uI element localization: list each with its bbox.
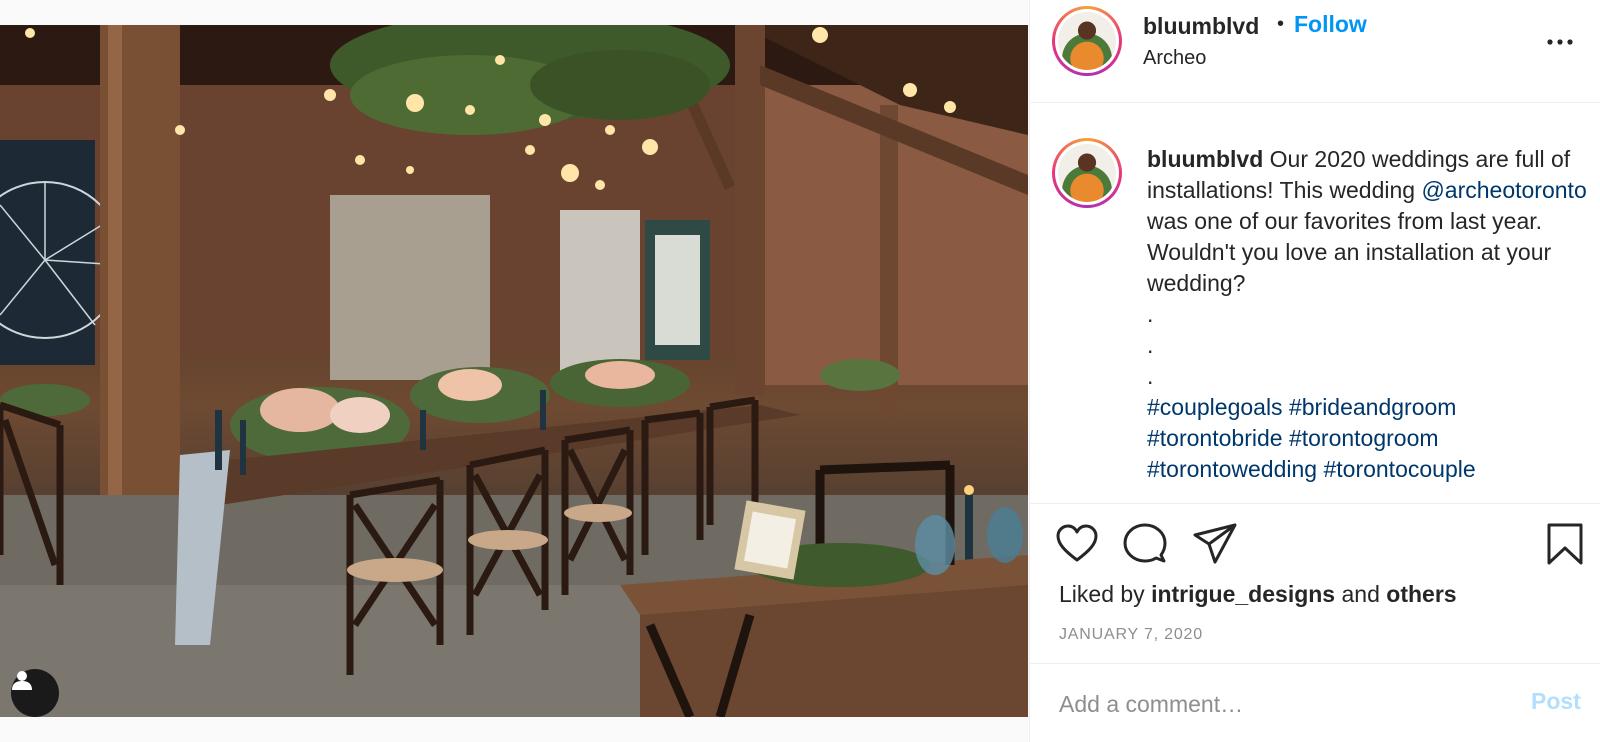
comment-form: Post [1030, 663, 1600, 742]
hashtag-line: #torontobride #torontogroom [1147, 423, 1587, 454]
person-icon [12, 671, 32, 690]
post-details-panel: bluumblvd • Follow Archeo bluumblvd Our … [1029, 0, 1600, 742]
caption-avatar[interactable] [1052, 138, 1122, 208]
tagged-users-button[interactable] [11, 669, 59, 717]
header-separator: • [1277, 13, 1285, 35]
post-photo[interactable] [0, 25, 1028, 717]
comment-bubble-icon[interactable] [1123, 522, 1167, 566]
hashtag-line: #couplegoals #brideandgroom [1147, 392, 1587, 423]
location-link[interactable]: Archeo [1143, 47, 1206, 70]
hashtag-link[interactable]: #torontowedding [1147, 456, 1317, 482]
caption-body-continued: was one of our favorites from last year.… [1147, 208, 1552, 296]
hashtag-line: #torontowedding #torontocouple [1147, 454, 1587, 485]
wedding-venue-image [0, 25, 1028, 717]
more-horizontal-icon[interactable] [1545, 30, 1575, 50]
hashtag-link[interactable]: #torontocouple [1323, 456, 1475, 482]
hashtag-link[interactable]: #torontobride [1147, 425, 1283, 451]
caption-section: bluumblvd Our 2020 weddings are full of … [1030, 104, 1600, 502]
hashtag-link[interactable]: #torontogroom [1289, 425, 1439, 451]
likes-others-link[interactable]: others [1386, 581, 1456, 607]
hashtag-link[interactable]: #brideandgroom [1289, 394, 1457, 420]
caption-username[interactable]: bluumblvd [1147, 146, 1263, 172]
hashtag-link[interactable]: #couplegoals [1147, 394, 1283, 420]
likes-and: and [1341, 581, 1380, 607]
avatar[interactable] [1052, 6, 1122, 76]
likes-summary: Liked by intrigue_designs and others [1059, 581, 1457, 608]
bookmark-icon[interactable] [1545, 522, 1585, 566]
caption-dot: . [1147, 363, 1154, 389]
liker-username[interactable]: intrigue_designs [1151, 581, 1335, 607]
comment-input[interactable] [1059, 688, 1499, 720]
heart-icon[interactable] [1055, 522, 1099, 566]
post-actions: Liked by intrigue_designs and others JAN… [1030, 503, 1600, 663]
mention-link[interactable]: @archeotoronto [1421, 177, 1586, 203]
author-username[interactable]: bluumblvd [1143, 13, 1259, 40]
follow-button[interactable]: Follow [1294, 11, 1367, 38]
post-date: JANUARY 7, 2020 [1059, 626, 1203, 643]
caption-dot: . [1147, 332, 1154, 358]
post-comment-button[interactable]: Post [1531, 688, 1581, 715]
caption-text: bluumblvd Our 2020 weddings are full of … [1147, 144, 1587, 485]
caption-dot: . [1147, 301, 1154, 327]
paper-plane-icon[interactable] [1193, 522, 1237, 566]
post-header: bluumblvd • Follow Archeo [1030, 0, 1600, 103]
caption-dots: . . . [1147, 299, 1587, 392]
likes-prefix: Liked by [1059, 581, 1145, 607]
